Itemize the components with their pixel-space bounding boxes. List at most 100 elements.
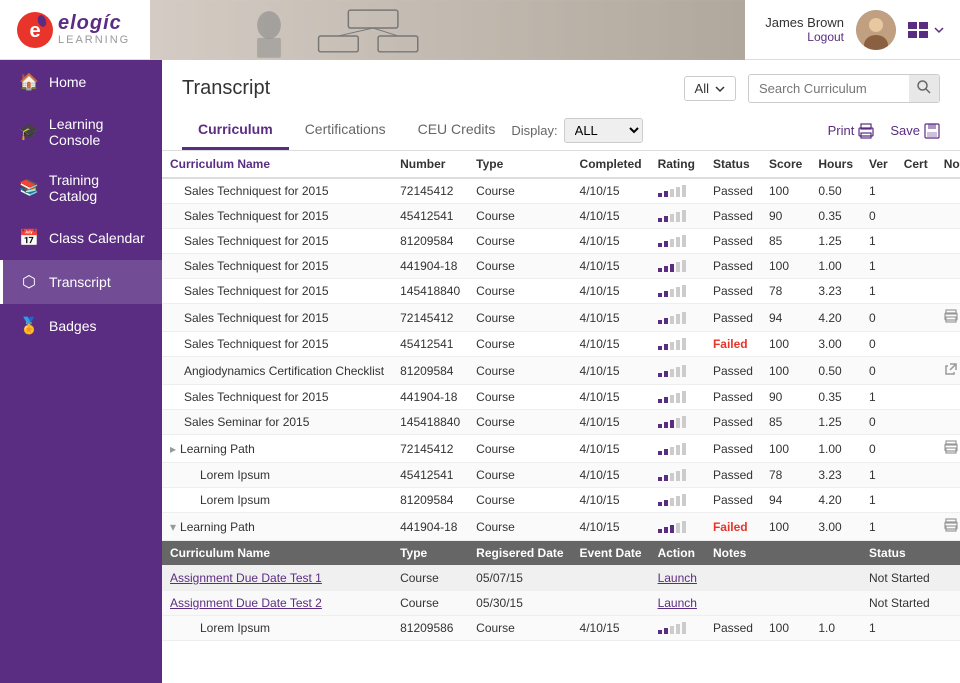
cell-ver: 0	[861, 410, 896, 435]
logout-link[interactable]: Logout	[765, 30, 844, 44]
row-print-icon[interactable]	[944, 312, 958, 326]
cell-name: ▾Learning Path	[162, 513, 392, 541]
sidebar-label-learning-console: Learning Console	[49, 116, 146, 148]
rating-bar	[670, 525, 674, 533]
cell-completed: 4/10/15	[572, 385, 650, 410]
rating-bar	[664, 371, 668, 377]
expand-icon[interactable]: ▾	[170, 520, 176, 534]
rating-bar	[676, 187, 680, 197]
cell-number: 81209584	[392, 357, 468, 385]
sidebar-item-learning-console[interactable]: 🎓 Learning Console	[0, 104, 162, 160]
cell-notes	[936, 204, 960, 229]
rating-bar	[682, 285, 686, 297]
cell-rating	[650, 304, 705, 332]
external-link-icon[interactable]	[944, 363, 958, 379]
rating-bar	[682, 235, 686, 247]
cell-name: Sales Techniquest for 2015	[162, 385, 392, 410]
cell-hours: 4.20	[810, 488, 861, 513]
table-row: Sales Techniquest for 2015 441904-18 Cou…	[162, 254, 960, 279]
row-print-icon[interactable]	[944, 443, 958, 457]
rating-bar	[670, 395, 674, 403]
save-label: Save	[890, 123, 920, 138]
sub-curriculum-link[interactable]: Assignment Due Date Test 2	[170, 596, 322, 610]
rating-bar	[664, 266, 668, 272]
print-action[interactable]: Print	[828, 123, 875, 139]
sub-action-link[interactable]: Launch	[658, 571, 697, 585]
rating-bar	[664, 241, 668, 247]
cell-ver: 1	[861, 178, 896, 204]
tab-curriculum[interactable]: Curriculum	[182, 111, 289, 150]
status-badge: Failed	[713, 337, 748, 351]
rating-bar	[658, 243, 662, 247]
sub-cell-event	[572, 591, 650, 616]
view-toggle[interactable]	[908, 22, 944, 38]
search-input[interactable]	[749, 76, 909, 101]
cell-cert	[896, 513, 936, 541]
cell-completed: 4/10/15	[572, 304, 650, 332]
cell-type: Course	[468, 332, 571, 357]
sub-cell-registered: 05/07/15	[468, 566, 571, 591]
status-badge: Passed	[713, 284, 753, 298]
cell-rating	[650, 463, 705, 488]
col-header-name: Curriculum Name	[162, 151, 392, 178]
sidebar-item-badges[interactable]: 🏅 Badges	[0, 304, 162, 348]
sub-col-notes: Notes	[705, 541, 861, 566]
sidebar-label-badges: Badges	[49, 318, 96, 334]
sidebar-item-home[interactable]: 🏠 Home	[0, 60, 162, 104]
cell-type: Course	[468, 229, 571, 254]
col-header-type: Type	[468, 151, 571, 178]
sidebar-item-training-catalog[interactable]: 📚 Training Catalog	[0, 160, 162, 216]
tab-ceu-credits[interactable]: CEU Credits	[402, 111, 512, 150]
cell-completed: 4/10/15	[572, 410, 650, 435]
cell-type: Course	[468, 357, 571, 385]
transcript-table: Curriculum Name Number Type Completed Ra…	[162, 151, 960, 641]
rating-bar	[664, 500, 668, 506]
sidebar-item-transcript[interactable]: ⬡ Transcript	[0, 260, 162, 304]
cell-notes	[936, 332, 960, 357]
cell-completed: 4/10/15	[572, 279, 650, 304]
save-action[interactable]: Save	[890, 123, 940, 139]
training-catalog-icon: 📚	[19, 178, 39, 198]
filter-value: All	[695, 81, 709, 96]
content-area: Transcript All	[162, 60, 960, 683]
home-icon: 🏠	[19, 72, 39, 92]
sub-col-type: Type	[392, 541, 468, 566]
rating-bar	[682, 469, 686, 481]
table-row: Sales Techniquest for 2015 441904-18 Cou…	[162, 385, 960, 410]
cell-status: Passed	[705, 435, 761, 463]
rating-bar	[658, 193, 662, 197]
sub-cell-action: Launch	[650, 591, 705, 616]
search-button[interactable]	[909, 75, 939, 102]
sub-table-header-row: Curriculum Name Type Regisered Date Even…	[162, 541, 960, 566]
sidebar-item-class-calendar[interactable]: 📅 Class Calendar	[0, 216, 162, 260]
cell-cert	[896, 463, 936, 488]
rating-bar	[658, 373, 662, 377]
col-header-hours: Hours	[810, 151, 861, 178]
cell-cert	[896, 357, 936, 385]
rating-bar	[670, 369, 674, 377]
cell-notes	[936, 279, 960, 304]
tab-certifications[interactable]: Certifications	[289, 111, 402, 150]
display-select[interactable]: ALL Active Inactive	[564, 118, 643, 143]
curriculum-name: Sales Techniquest for 2015	[184, 234, 329, 248]
user-info: James Brown Logout	[765, 15, 844, 44]
cell-rating	[650, 254, 705, 279]
table-row: Angiodynamics Certification Checklist 81…	[162, 357, 960, 385]
cell-status: Failed	[705, 332, 761, 357]
sub-curriculum-link[interactable]: Assignment Due Date Test 1	[170, 571, 322, 585]
cell-type: Course	[468, 204, 571, 229]
sub-action-link[interactable]: Launch	[658, 596, 697, 610]
col-header-score: Score	[761, 151, 810, 178]
cell-type: Course	[468, 279, 571, 304]
table-row: ▸Learning Path 72145412 Course 4/10/15 P…	[162, 435, 960, 463]
cell-rating	[650, 513, 705, 541]
cell-score: 90	[761, 204, 810, 229]
filter-dropdown[interactable]: All	[684, 76, 736, 101]
row-print-icon[interactable]	[944, 521, 958, 535]
content-header: Transcript All	[162, 60, 960, 103]
expand-icon[interactable]: ▸	[170, 442, 176, 456]
sub-cell-action: Launch	[650, 566, 705, 591]
rating-bar	[658, 477, 662, 481]
sub-col-action: Action	[650, 541, 705, 566]
cell-completed: 4/10/15	[572, 229, 650, 254]
